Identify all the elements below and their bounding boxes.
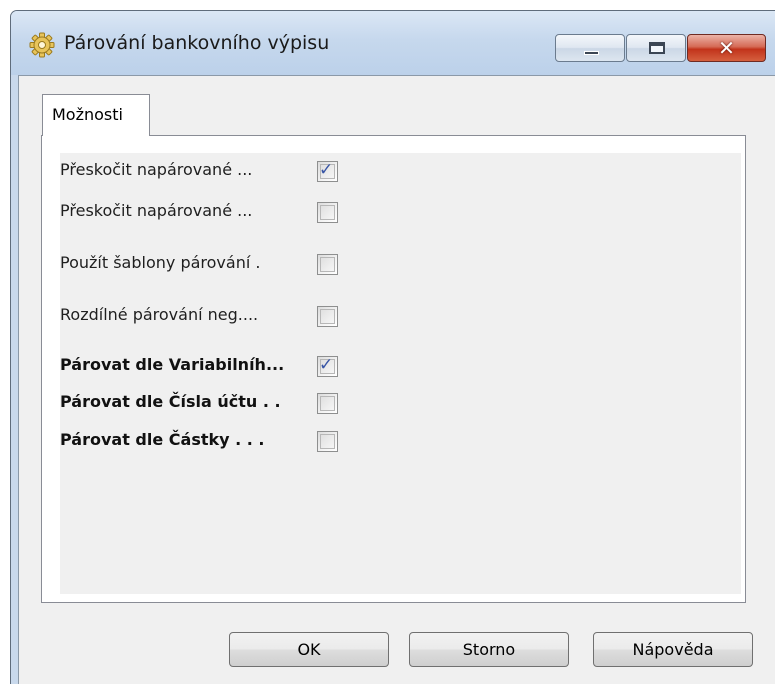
window-title: Párování bankovního výpisu [64, 32, 330, 54]
dialog-client-area: Možnosti Přeskočit napárované ... ✓ Přes… [18, 75, 775, 684]
tab-label: Možnosti [52, 105, 123, 124]
option-label: Párovat dle Variabilníh... [60, 355, 285, 374]
maximize-icon [649, 42, 665, 54]
tab-panel: Přeskočit napárované ... ✓ Přeskočit nap… [41, 135, 746, 603]
option-checkbox[interactable]: ✓ [317, 160, 338, 182]
option-checkbox[interactable]: ✓ [317, 355, 338, 377]
maximize-button[interactable] [626, 34, 686, 62]
option-checkbox[interactable]: ✓ [317, 431, 338, 452]
option-label: Rozdílné párování neg.... [60, 305, 259, 324]
dialog-window: Párování bankovního výpisu ✕ Možnosti Př… [10, 10, 775, 684]
option-checkbox[interactable]: ✓ [317, 393, 338, 414]
option-label: Párovat dle Čísla účtu . . [60, 392, 281, 411]
gear-icon [29, 32, 55, 58]
cancel-button[interactable]: Storno [409, 632, 569, 667]
minimize-button[interactable] [555, 34, 625, 62]
option-row: Párovat dle Částky . . . ✓ [60, 428, 390, 454]
checkbox-inner [320, 205, 335, 220]
option-label: Přeskočit napárované ... [60, 160, 253, 179]
option-checkbox[interactable]: ✓ [317, 202, 338, 223]
checkmark-icon: ✓ [319, 355, 334, 375]
tab-moznosti[interactable]: Možnosti [42, 94, 150, 136]
option-checkbox[interactable]: ✓ [317, 306, 338, 327]
close-icon: ✕ [718, 36, 735, 60]
option-label: Párovat dle Částky . . . [60, 430, 265, 449]
option-label: Použít šablony párování . [60, 253, 261, 272]
option-checkbox[interactable]: ✓ [317, 254, 338, 275]
option-row: Přeskočit napárované ... ✓ [60, 158, 390, 184]
minimize-icon [584, 51, 599, 55]
option-row: Rozdílné párování neg.... ✓ [60, 303, 390, 329]
option-row: Párovat dle Čísla účtu . . ✓ [60, 390, 390, 416]
option-row: Přeskočit napárované ... ✓ [60, 199, 390, 225]
help-button[interactable]: Nápověda [593, 632, 753, 667]
checkbox-inner [320, 309, 335, 324]
options-panel: Přeskočit napárované ... ✓ Přeskočit nap… [60, 153, 741, 594]
checkbox-inner [320, 396, 335, 411]
checkmark-icon: ✓ [319, 160, 334, 180]
option-label: Přeskočit napárované ... [60, 201, 253, 220]
close-button[interactable]: ✕ [687, 34, 766, 62]
title-bar[interactable]: Párování bankovního výpisu ✕ [11, 11, 775, 75]
option-row: Použít šablony párování . ✓ [60, 251, 390, 277]
ok-button[interactable]: OK [229, 632, 389, 667]
checkbox-inner [320, 257, 335, 272]
option-row: Párovat dle Variabilníh... ✓ [60, 353, 390, 379]
checkbox-inner [320, 434, 335, 449]
